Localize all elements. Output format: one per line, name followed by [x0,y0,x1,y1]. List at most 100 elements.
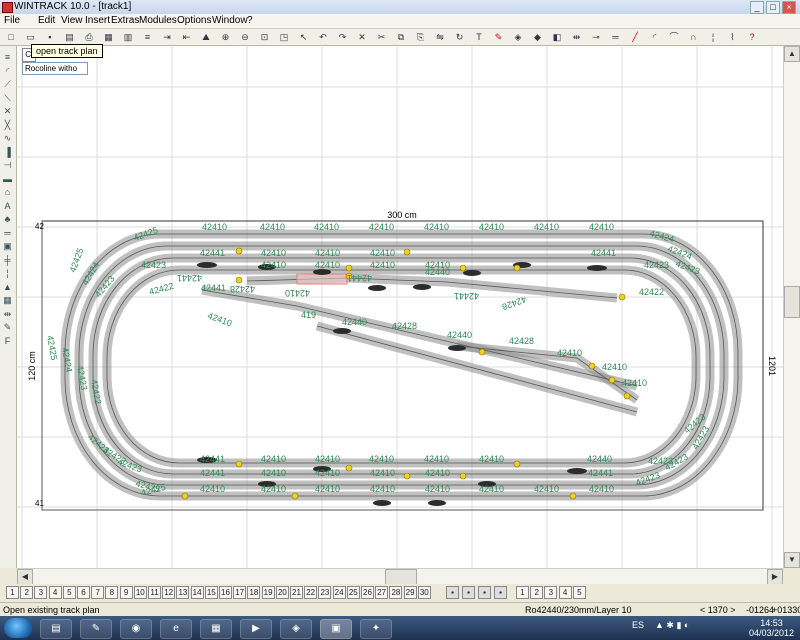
signal-tool-icon[interactable]: ¦ [2,268,13,279]
scroll-up-button[interactable]: ▲ [784,46,800,62]
bumper-icon[interactable]: ▐ [2,147,13,158]
landscape-icon[interactable]: ▲ [2,282,13,293]
start-button[interactable] [4,618,32,638]
layer-tab-30[interactable]: 30 [417,586,431,599]
menu-insert[interactable]: Insert [85,15,110,26]
delete-icon[interactable]: ✕ [355,30,369,44]
help-icon[interactable]: ? [745,30,759,44]
firefox-taskbar-icon[interactable]: ◉ [120,619,152,639]
layer-tab-12[interactable]: 12 [162,586,176,599]
catenary-icon[interactable]: ⌇ [726,30,740,44]
text-tool-icon[interactable]: A [2,201,13,212]
layer-tab-19[interactable]: 19 [261,586,275,599]
layer-tab-21[interactable]: 21 [290,586,303,599]
layer-tab-25[interactable]: 25 [346,586,360,599]
scroll-left-button[interactable]: ◀ [17,569,33,585]
export-icon[interactable]: ⇥ [160,30,174,44]
save-icon[interactable]: ▪ [43,30,57,44]
layer-icon[interactable]: ◈ [511,30,525,44]
properties-icon[interactable]: ▦ [102,30,116,44]
layer-tab-16[interactable]: 16 [219,586,232,599]
zoom-out-icon[interactable]: ⊖ [238,30,252,44]
signal-icon[interactable]: ¦ [706,30,720,44]
3d-icon[interactable]: ◧ [550,30,564,44]
layer-print-icon[interactable]: ▪ [494,586,507,599]
layer-stack-icon[interactable]: ▪ [478,586,491,599]
layer-tab-15[interactable]: 15 [204,586,218,599]
bridge-icon[interactable]: ⌒ [667,30,681,44]
zoom-area-icon[interactable]: ◳ [277,30,291,44]
platform-icon[interactable]: ▬ [2,174,13,185]
app-taskbar-icon[interactable]: ◈ [280,619,312,639]
layer-tab-27[interactable]: 27 [375,586,389,599]
layer-tab-1[interactable]: 1 [6,586,19,599]
layer-tab-2[interactable]: 2 [20,586,34,599]
layer-group-tab-2[interactable]: 2 [530,586,544,599]
layer-color-icon[interactable]: ▪ [446,586,459,599]
straight-track-icon[interactable]: ≡ [2,52,13,63]
road-icon[interactable]: ═ [2,228,13,239]
flip-icon[interactable]: ⇋ [433,30,447,44]
layer-tab-26[interactable]: 26 [361,586,374,599]
layer-tools-icon[interactable]: ▪ [462,586,475,599]
menu-help[interactable]: ? [247,15,253,26]
layer-tab-20[interactable]: 20 [275,586,289,599]
open-icon[interactable]: ▭ [24,30,38,44]
pencil-icon[interactable]: ✎ [492,30,506,44]
menu-view[interactable]: View [61,15,83,26]
font-icon[interactable]: F [2,336,13,347]
rotate-icon[interactable]: ↻ [453,30,467,44]
layer-group-tab-3[interactable]: 3 [544,586,558,599]
edit-tool-icon[interactable]: ✎ [2,322,13,333]
layer-tab-29[interactable]: 29 [403,586,417,599]
layer-tab-22[interactable]: 22 [304,586,318,599]
measure-icon[interactable]: ⇹ [570,30,584,44]
layer-tab-24[interactable]: 24 [332,586,346,599]
layer-tab-17[interactable]: 17 [233,586,247,599]
mountain-icon[interactable]: ⛰ [199,30,213,44]
curve-track-icon[interactable]: ◜ [2,66,13,77]
track-system-select[interactable]: Rocoline witho [22,62,88,75]
horizontal-scroll-thumb[interactable] [385,569,417,585]
track-end-icon[interactable]: ⊣ [2,160,13,171]
measure-tool-icon[interactable]: ⇹ [2,309,13,320]
player-taskbar-icon[interactable]: ▶ [240,619,272,639]
layer-tab-7[interactable]: 7 [91,586,105,599]
paste-icon[interactable]: ⎘ [414,30,428,44]
track-icon[interactable]: ═ [609,30,623,44]
layer-group-tab-4[interactable]: 4 [558,586,572,599]
print-icon[interactable]: ⎙ [82,30,96,44]
track-plan-canvas[interactable]: 300 cm 120 cm 1201 42 41 42410 42410 42410… [17,46,783,568]
right-switch-icon[interactable]: ⟍ [2,93,13,104]
ie-taskbar-icon[interactable]: e [160,619,192,639]
scroll-right-button[interactable]: ▶ [767,569,783,585]
mixer-icon[interactable]: ≡ [141,30,155,44]
undo-icon[interactable]: ↶ [316,30,330,44]
grid-icon[interactable]: ▦ [2,295,13,306]
layer-tab-4[interactable]: 4 [48,586,62,599]
layer-tab-8[interactable]: 8 [105,586,119,599]
copy-icon[interactable]: ⧉ [394,30,408,44]
folder-taskbar-icon[interactable]: ▦ [200,619,232,639]
zoom-in-icon[interactable]: ⊕ [219,30,233,44]
preview-icon[interactable]: ▤ [63,30,77,44]
system-clock[interactable]: 14:53 04/03/2012 [749,618,794,638]
select-icon[interactable]: ↖ [297,30,311,44]
redo-icon[interactable]: ↷ [336,30,350,44]
layer-tab-6[interactable]: 6 [77,586,90,599]
language-indicator[interactable]: ES [632,620,644,630]
track-plan-svg[interactable]: 300 cm 120 cm 1201 42 41 42410 42410 42410… [17,46,783,568]
paint-taskbar-icon[interactable]: ✎ [80,619,112,639]
table-icon[interactable]: ▥ [121,30,135,44]
close-button[interactable]: × [782,1,796,14]
layer-tab-23[interactable]: 23 [318,586,332,599]
crossing-icon[interactable]: ╳ [2,120,13,131]
wintrack-taskbar-icon[interactable]: ▣ [320,619,352,639]
menu-extras[interactable]: Extras [111,15,139,26]
text-icon[interactable]: T [472,30,486,44]
curve-icon[interactable]: ◜ [648,30,662,44]
vertical-scroll-thumb[interactable] [784,286,800,318]
layer-tab-14[interactable]: 14 [190,586,204,599]
layer-tab-5[interactable]: 5 [62,586,76,599]
tree-icon[interactable]: ♣ [2,214,13,225]
